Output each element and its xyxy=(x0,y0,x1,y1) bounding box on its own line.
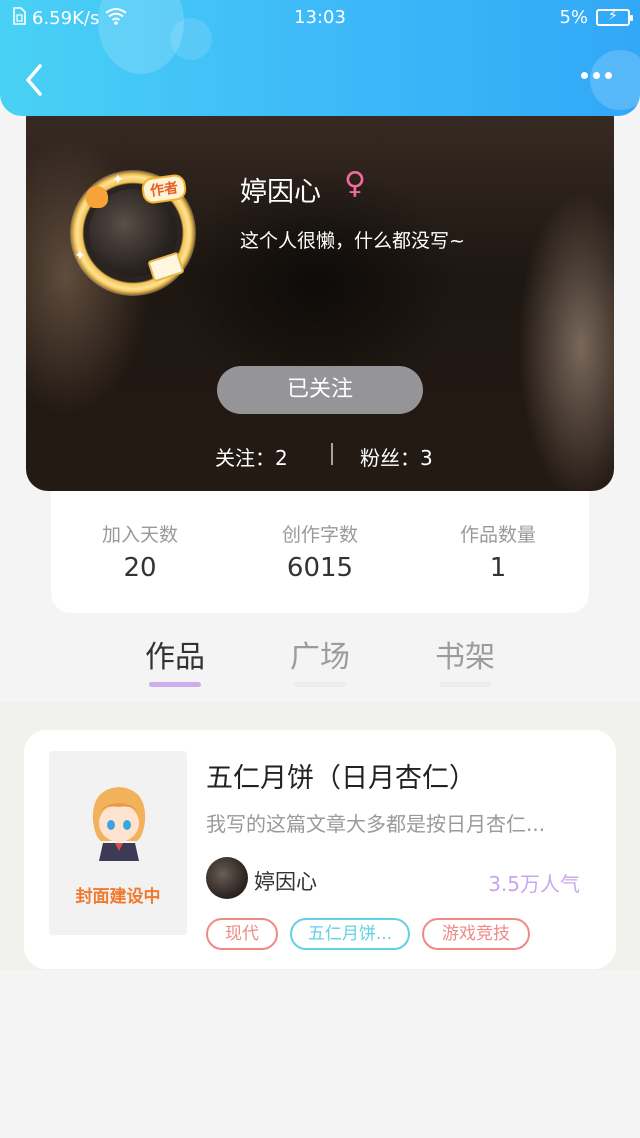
divider xyxy=(331,443,333,465)
following-count[interactable]: 关注：2 xyxy=(215,442,288,471)
work-card[interactable]: 封面建设中 五仁月饼（日月杏仁） 我写的这篇文章大多都是按日月杏仁... 婷因心… xyxy=(24,730,616,969)
stat-label: 加入天数 xyxy=(101,524,178,546)
battery-percent: 5% xyxy=(559,7,588,28)
sparkle-icon: ✦ xyxy=(112,172,124,188)
status-right: 5% ⚡ xyxy=(559,7,633,28)
tag-modern[interactable]: 现代 xyxy=(206,918,278,950)
top-header: 6.59K/s 13:03 5% ⚡ xyxy=(0,0,640,116)
fans-count[interactable]: 粉丝：3 xyxy=(360,442,433,471)
stat-value: 1 xyxy=(489,553,507,583)
author-name[interactable]: 婷因心 xyxy=(254,866,317,896)
status-time: 13:03 xyxy=(294,7,346,28)
followed-button[interactable]: 已关注 xyxy=(217,366,423,414)
back-button[interactable] xyxy=(18,62,54,98)
stats-card: 加入天数 20 创作字数 6015 作品数量 1 xyxy=(51,470,589,613)
status-bar: 6.59K/s 13:03 5% ⚡ xyxy=(0,0,640,36)
cover-placeholder-text: 封面建设中 xyxy=(75,887,161,907)
tab-bookshelf[interactable]: 书架 xyxy=(405,632,525,676)
more-dots-icon xyxy=(605,72,612,79)
decor-bubble xyxy=(590,50,640,110)
work-description: 我写的这篇文章大多都是按日月杏仁... xyxy=(206,812,546,836)
tag-mooncake[interactable]: 五仁月饼... xyxy=(290,918,410,950)
tag-game-sports[interactable]: 游戏竞技 xyxy=(422,918,530,950)
work-title[interactable]: 五仁月饼（日月杏仁） xyxy=(206,756,476,795)
tab-bar: 作品 广场 书架 xyxy=(0,614,640,702)
lightbulb-icon xyxy=(86,186,108,208)
battery-icon: ⚡ xyxy=(596,8,633,26)
tab-works[interactable]: 作品 xyxy=(115,632,235,676)
book-cover: 封面建设中 xyxy=(49,751,187,935)
stat-works-count: 作品数量 1 xyxy=(418,520,578,583)
stat-label: 创作字数 xyxy=(281,524,358,546)
more-dots-icon xyxy=(593,72,600,79)
tab-square[interactable]: 广场 xyxy=(260,632,380,676)
sparkle-icon: ✦ xyxy=(74,248,86,264)
works-list: 封面建设中 五仁月饼（日月杏仁） 我写的这篇文章大多都是按日月杏仁... 婷因心… xyxy=(0,702,640,970)
tab-indicator xyxy=(149,682,201,687)
chevron-left-icon xyxy=(26,64,42,96)
profile-card: ✦ ✦ 作者 婷因心 ♀ 这个人很懒，什么都没写~ 已关注 关注：2 粉丝：3 xyxy=(26,96,614,491)
stat-label: 作品数量 xyxy=(459,524,536,546)
more-button[interactable] xyxy=(581,72,612,79)
avatar[interactable]: ✦ ✦ 作者 xyxy=(70,170,196,296)
tab-indicator xyxy=(439,682,491,687)
cover-placeholder-girl-icon xyxy=(92,787,146,861)
stat-value: 6015 xyxy=(286,553,354,583)
stat-word-count: 创作字数 6015 xyxy=(240,520,400,583)
author-avatar[interactable] xyxy=(206,857,248,899)
popularity-count: 3.5万人气 xyxy=(488,872,580,896)
user-bio: 这个人很懒，什么都没写~ xyxy=(240,230,465,252)
stat-value: 20 xyxy=(123,553,157,583)
username: 婷因心 xyxy=(240,177,321,208)
female-gender-icon: ♀ xyxy=(344,166,366,201)
more-dots-icon xyxy=(581,72,588,79)
tab-indicator xyxy=(294,682,346,687)
stat-join-days: 加入天数 20 xyxy=(60,520,220,583)
